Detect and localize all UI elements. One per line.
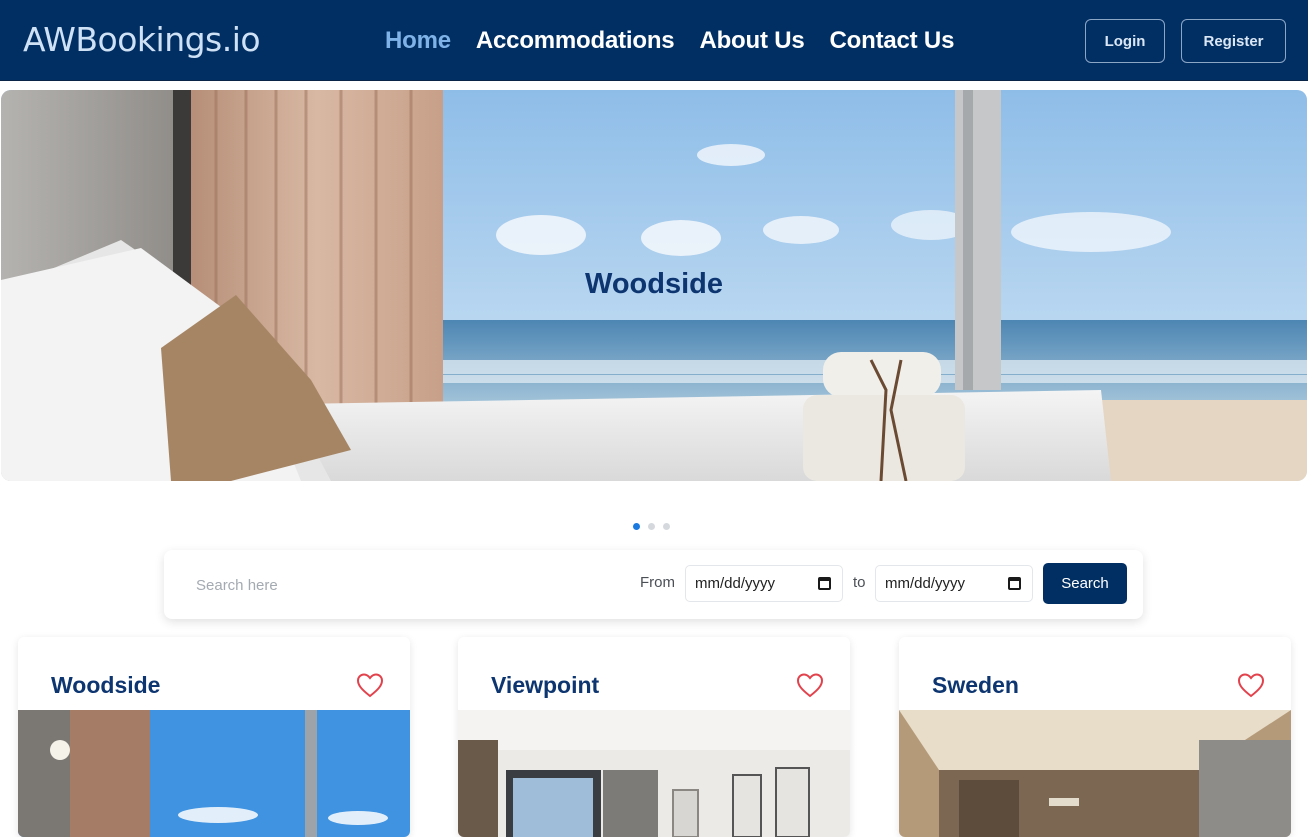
- carousel-dot-3[interactable]: [663, 523, 670, 530]
- accommodation-card[interactable]: Viewpoint: [458, 637, 850, 837]
- login-button[interactable]: Login: [1085, 19, 1165, 63]
- from-label: From: [640, 574, 675, 591]
- card-title[interactable]: Woodside: [51, 672, 160, 699]
- top-navbar: AWBookings.io Home Accommodations About …: [0, 0, 1308, 81]
- date-from-field[interactable]: mm/dd/yyyy: [685, 565, 843, 602]
- accommodation-card[interactable]: Woodside: [18, 637, 410, 837]
- card-image[interactable]: [899, 710, 1291, 837]
- heart-icon[interactable]: [356, 672, 384, 698]
- carousel-dot-1[interactable]: [633, 523, 640, 530]
- register-button[interactable]: Register: [1181, 19, 1286, 63]
- search-button[interactable]: Search: [1043, 563, 1127, 604]
- search-input[interactable]: [186, 568, 586, 602]
- nav-link-home[interactable]: Home: [385, 27, 451, 55]
- heart-icon[interactable]: [1237, 672, 1265, 698]
- brand-logo[interactable]: AWBookings.io: [23, 20, 261, 59]
- nav-link-about-us[interactable]: About Us: [699, 27, 804, 55]
- date-to-field[interactable]: mm/dd/yyyy: [875, 565, 1033, 602]
- card-title[interactable]: Viewpoint: [491, 672, 599, 699]
- nav-link-accommodations[interactable]: Accommodations: [476, 27, 675, 55]
- calendar-icon[interactable]: [1008, 577, 1021, 590]
- to-label: to: [853, 574, 866, 591]
- main-nav: Home Accommodations About Us Contact Us: [385, 27, 954, 55]
- calendar-icon[interactable]: [818, 577, 831, 590]
- card-image[interactable]: [458, 710, 850, 837]
- carousel-indicators: [633, 523, 670, 530]
- search-bar: From mm/dd/yyyy to mm/dd/yyyy Search: [164, 550, 1143, 619]
- accommodation-card[interactable]: Sweden: [899, 637, 1291, 837]
- heart-icon[interactable]: [796, 672, 824, 698]
- card-image[interactable]: [18, 710, 410, 837]
- carousel-dot-2[interactable]: [648, 523, 655, 530]
- hero-title: Woodside: [584, 268, 724, 300]
- date-to-value: mm/dd/yyyy: [885, 575, 966, 592]
- nav-link-contact-us[interactable]: Contact Us: [830, 27, 955, 55]
- date-from-value: mm/dd/yyyy: [695, 575, 776, 592]
- card-title[interactable]: Sweden: [932, 672, 1019, 699]
